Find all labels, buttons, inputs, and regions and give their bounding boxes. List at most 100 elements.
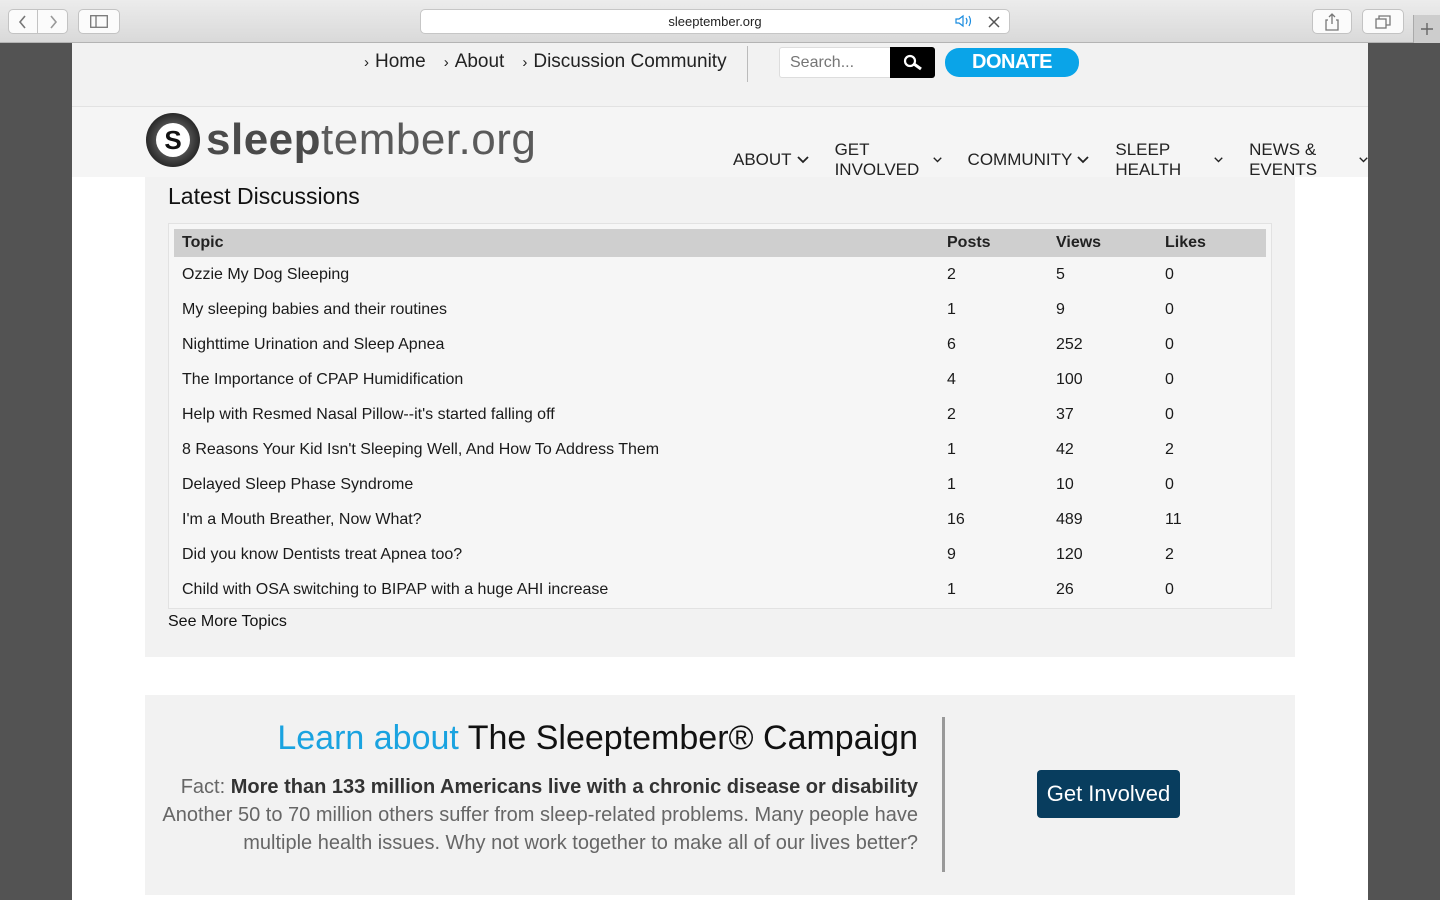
views-count: 489 [1056,510,1083,528]
link-discussion-community-label: Discussion Community [533,51,727,72]
speaker-icon[interactable] [955,14,975,28]
chevron-down-icon [1077,156,1090,164]
posts-count: 1 [947,580,956,598]
topic-link[interactable]: Ozzie My Dog Sleeping [174,257,939,292]
link-about[interactable]: › About [444,51,505,73]
views-count: 37 [1056,405,1074,423]
tabs-overview-button[interactable] [1362,9,1404,34]
campaign-title-lead: Learn about [277,719,459,757]
topic-link[interactable]: Delayed Sleep Phase Syndrome [174,467,939,502]
nav-community-label: COMMUNITY [967,150,1073,169]
nav-sleep-health[interactable]: SLEEP HEALTH [1115,140,1223,180]
chevron-down-icon [1214,157,1223,163]
forward-button[interactable] [38,9,68,34]
get-involved-button[interactable]: Get Involved [1037,770,1180,818]
nav-get-involved[interactable]: GET INVOLVED [835,140,942,180]
table-row: I'm a Mouth Breather, Now What? 16 489 11 [174,502,1266,537]
chevron-right-icon: › [443,53,449,71]
views-count: 120 [1056,545,1083,563]
topic-link[interactable]: Help with Resmed Nasal Pillow--it's star… [174,397,939,432]
section-title: Latest Discussions [168,183,360,209]
logo-mark: S [146,113,200,167]
latest-discussions-card: Latest Discussions Topic Posts Views Lik… [145,177,1295,657]
campaign-title-name: The Sleeptember® Campaign [467,719,918,757]
topic-link[interactable]: Nighttime Urination and Sleep Apnea [174,327,939,362]
discussions-table-container: Topic Posts Views Likes Ozzie My Dog Sle… [168,223,1272,609]
campaign-title: Learn about The Sleeptember® Campaign [277,719,918,758]
logo-wordmark-rest: tember.org [321,115,537,164]
back-button[interactable] [8,9,38,34]
nav-news-events[interactable]: NEWS & EVENTS [1249,140,1368,180]
web-page: › Home › About › Discussion Community DONAT… [72,43,1368,900]
sidebar-toggle-button[interactable] [78,9,120,34]
link-home[interactable]: › Home [364,51,426,73]
topic-link[interactable]: Child with OSA switching to BIPAP with a… [174,572,939,607]
posts-count: 1 [947,475,956,493]
campaign-fact: Fact: More than 133 million Americans li… [158,773,918,857]
nav-about[interactable]: ABOUT [733,140,809,180]
likes-count: 2 [1165,545,1174,563]
posts-count: 1 [947,300,956,318]
posts-count: 4 [947,370,956,388]
link-home-label: Home [375,51,426,72]
search-icon [903,54,922,70]
search-button[interactable] [890,47,935,78]
topic-link[interactable]: My sleeping babies and their routines [174,292,939,327]
site-header: S sleeptember.org ABOUT GET INVOLVED COM… [72,107,1368,180]
table-row: 8 Reasons Your Kid Isn't Sleeping Well, … [174,432,1266,467]
table-row: Nighttime Urination and Sleep Apnea 6 252 0 [174,327,1266,362]
chevron-down-icon [1359,157,1368,163]
tabs-icon [1375,14,1391,29]
link-discussion-community[interactable]: › Discussion Community [522,51,726,73]
chevron-right-icon: › [522,53,528,71]
posts-count: 2 [947,405,956,423]
column-header-topic[interactable]: Topic [174,229,939,257]
likes-count: 0 [1165,580,1174,598]
posts-count: 1 [947,440,956,458]
share-icon [1325,12,1339,31]
logo-wordmark: sleeptember.org [206,115,536,165]
see-more-topics-link[interactable]: See More Topics [168,613,287,631]
main-nav: ABOUT GET INVOLVED COMMUNITY SLEEP HEALT… [733,140,1368,180]
table-row: Child with OSA switching to BIPAP with a… [174,572,1266,607]
url-text: sleeptember.org [668,14,762,29]
donate-button[interactable]: DONATE [945,48,1079,77]
column-header-views[interactable]: Views [1048,229,1157,257]
browser-toolbar: sleeptember.org [0,0,1440,43]
utility-bar: › Home › About › Discussion Community DONAT… [72,43,1368,107]
chevron-right-icon [49,14,57,29]
campaign-banner: Learn about The Sleeptember® Campaign Fa… [145,695,1295,895]
new-tab-button[interactable] [1413,15,1440,43]
topic-link[interactable]: The Importance of CPAP Humidification [174,362,939,397]
fact-highlight: More than 133 million Americans live wit… [230,776,918,798]
topic-link[interactable]: I'm a Mouth Breather, Now What? [174,502,939,537]
close-icon[interactable] [987,15,1001,29]
table-row: Delayed Sleep Phase Syndrome 1 10 0 [174,467,1266,502]
nav-about-label: ABOUT [733,150,792,169]
nav-sleep-health-label: SLEEP HEALTH [1115,140,1182,179]
table-row: Ozzie My Dog Sleeping 2 5 0 [174,257,1266,292]
site-logo[interactable]: S sleeptember.org [146,113,536,167]
share-button[interactable] [1312,9,1352,34]
column-header-posts[interactable]: Posts [939,229,1048,257]
nav-community[interactable]: COMMUNITY [968,140,1090,180]
topic-link[interactable]: 8 Reasons Your Kid Isn't Sleeping Well, … [174,432,939,467]
address-bar[interactable]: sleeptember.org [420,9,1010,34]
chevron-left-icon [18,14,26,29]
likes-count: 11 [1165,510,1182,528]
chevron-down-icon [796,156,809,164]
topic-link[interactable]: Did you know Dentists treat Apnea too? [174,537,939,572]
posts-count: 9 [947,545,956,563]
table-row: Help with Resmed Nasal Pillow--it's star… [174,397,1266,432]
discussions-table: Topic Posts Views Likes Ozzie My Dog Sle… [174,229,1266,607]
link-about-label: About [454,51,505,72]
fact-prefix: Fact: [180,776,226,798]
table-row: My sleeping babies and their routines 1 9 0 [174,292,1266,327]
chevron-down-icon [932,157,942,163]
search-input[interactable] [779,47,890,78]
likes-count: 0 [1165,300,1174,318]
posts-count: 16 [947,510,965,528]
history-buttons [8,9,68,34]
table-header-row: Topic Posts Views Likes [174,229,1266,257]
column-header-likes[interactable]: Likes [1157,229,1266,257]
